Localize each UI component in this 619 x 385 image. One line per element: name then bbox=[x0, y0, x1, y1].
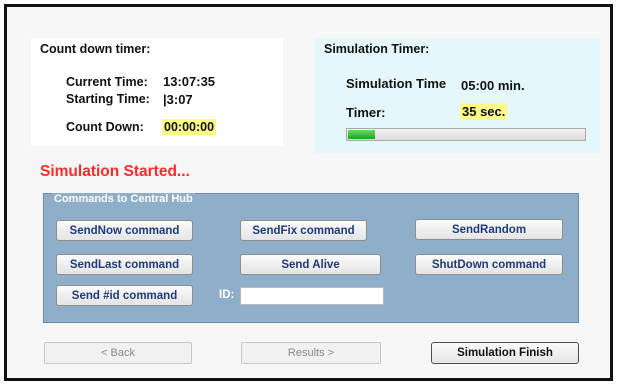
count-down-value: 00:00:00 bbox=[162, 119, 217, 135]
send-alive-button[interactable]: Send Alive bbox=[240, 254, 381, 275]
back-button[interactable]: < Back bbox=[44, 342, 192, 364]
current-time-label: Current Time: bbox=[66, 75, 148, 89]
commands-group-title: Commands to Central Hub bbox=[52, 193, 195, 205]
timer-value: 35 sec. bbox=[460, 103, 508, 120]
id-label: ID: bbox=[219, 289, 235, 301]
countdown-title: Count down timer: bbox=[40, 42, 151, 56]
simulation-timer-title: Simulation Timer: bbox=[324, 42, 430, 56]
count-down-label: Count Down: bbox=[66, 120, 144, 134]
simulation-time-value: 05:00 min. bbox=[461, 78, 525, 93]
send-random-button[interactable]: SendRandom bbox=[415, 219, 563, 240]
id-input[interactable] bbox=[240, 287, 384, 305]
starting-time-label: Starting Time: bbox=[66, 92, 150, 106]
send-id-button[interactable]: Send #id command bbox=[56, 285, 193, 306]
simulation-progress-bar bbox=[346, 128, 586, 141]
timer-label: Timer: bbox=[346, 105, 386, 120]
current-time-value: 13:07:35 bbox=[163, 74, 216, 89]
simulation-finish-button[interactable]: Simulation Finish bbox=[431, 342, 579, 364]
send-now-button[interactable]: SendNow command bbox=[56, 220, 193, 241]
shutdown-button[interactable]: ShutDown command bbox=[415, 254, 563, 275]
simulation-time-label: Simulation Time bbox=[346, 76, 447, 91]
progress-fill bbox=[348, 130, 375, 139]
results-button[interactable]: Results > bbox=[241, 342, 381, 364]
send-last-button[interactable]: SendLast command bbox=[56, 254, 193, 275]
status-text: Simulation Started... bbox=[40, 163, 190, 180]
send-fix-button[interactable]: SendFix command bbox=[240, 220, 367, 241]
starting-time-value: |3:07 bbox=[163, 92, 193, 107]
